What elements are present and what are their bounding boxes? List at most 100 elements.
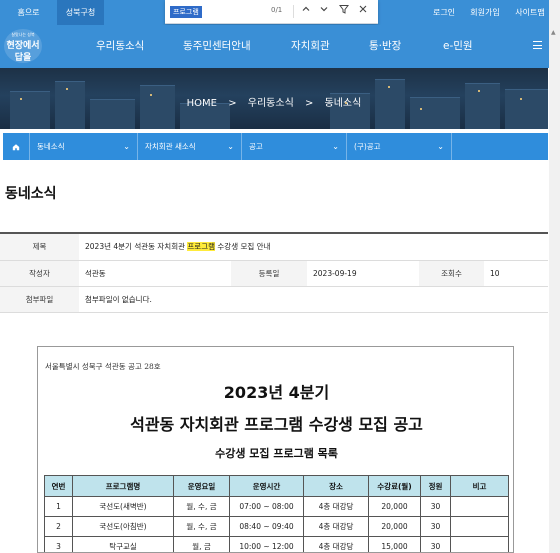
table-cell: 국선도(아침반) — [72, 516, 174, 537]
post-title: 2023년 4분기 석관동 자치회관 프로그램 수강생 모집 안내 — [79, 234, 548, 261]
subnav-item-old-notice[interactable]: (구)공고 ⌄ — [347, 133, 452, 160]
breadcrumb-home[interactable]: HOME — [187, 98, 217, 109]
title-label: 제목 — [0, 234, 79, 261]
subnav-item-news[interactable]: 동네소식 ⌄ — [30, 133, 138, 160]
post-title-text: 수강생 모집 안내 — [215, 242, 271, 252]
menu-icon[interactable] — [533, 41, 542, 49]
breadcrumb-separator: > — [304, 98, 314, 109]
login-link[interactable]: 로그인 — [424, 0, 464, 25]
date-label: 등록일 — [231, 260, 307, 287]
table-cell: 30 — [420, 496, 451, 517]
table-cell: 2 — [44, 516, 73, 537]
table-cell: 탁구교실 — [72, 536, 174, 552]
nav-item-eminwon[interactable]: e-민원 — [443, 38, 473, 53]
column-header: 수강료(월) — [368, 475, 421, 497]
table-cell: 20,000 — [368, 516, 421, 537]
join-link[interactable]: 회원가입 — [464, 0, 506, 25]
close-icon[interactable] — [356, 4, 370, 18]
hero-banner: HOME > 우리동소식 > 동네소식 — [0, 68, 548, 129]
doc-heading2: 석관동 자치회관 프로그램 수강생 모집 공고 — [130, 415, 423, 434]
table-header-row: 연번 프로그램명 운영요일 운영시간 장소 수강료(월) 정원 비고 — [44, 475, 509, 497]
doc-org: 서울특별시 성북구 석관동 공고 28호 — [45, 362, 161, 371]
subnav-item-notice[interactable]: 공고 ⌄ — [242, 133, 347, 160]
doc-heading3: 수강생 모집 프로그램 목록 — [215, 447, 338, 460]
scrollbar[interactable]: ▲ — [549, 0, 560, 553]
column-header: 운영시간 — [229, 475, 304, 497]
table-cell: 4층 대강당 — [303, 496, 369, 517]
search-highlight: 프로그램 — [187, 242, 216, 252]
find-bar: 프로그램 0/1 — [165, 0, 378, 24]
date-value: 2023-09-19 — [307, 260, 419, 287]
find-input[interactable]: 프로그램 — [170, 6, 202, 18]
attach-value: 첨부파일이 없습니다. — [79, 286, 548, 313]
subnav-home[interactable] — [3, 133, 30, 160]
main-nav: 우리동소식 동주민센터안내 자치회관 통·반장 e-민원 — [0, 25, 560, 68]
column-header: 프로그램명 — [72, 475, 174, 497]
table-cell: 10:00 ~ 12:00 — [229, 536, 304, 552]
table-cell — [450, 496, 509, 517]
table-cell: 15,000 — [368, 536, 421, 552]
column-header: 연번 — [44, 475, 73, 497]
doc-heading1: 2023년 4분기 — [223, 383, 330, 402]
nav-item-center[interactable]: 동주민센터안내 — [183, 38, 251, 53]
table-row: 1 국선도(새벽반) 월, 수, 금 07:00 ~ 08:00 4층 대강당 … — [44, 496, 509, 517]
table-cell: 20,000 — [368, 496, 421, 517]
chevron-down-icon: ⌄ — [437, 142, 444, 151]
chevron-up-icon[interactable] — [299, 4, 313, 18]
sub-nav: 동네소식 ⌄ 자치회관 새소식 ⌄ 공고 ⌄ (구)공고 ⌄ — [3, 133, 548, 160]
chevron-down-icon: ⌄ — [123, 142, 130, 151]
views-label: 조회수 — [419, 260, 484, 287]
home-link[interactable]: 홈으로 — [0, 0, 57, 25]
program-table: 연번 프로그램명 운영요일 운영시간 장소 수강료(월) 정원 비고 1 국선도… — [44, 475, 509, 552]
sitemap-link[interactable]: 사이트맵 — [506, 0, 554, 25]
table-row: 첨부파일 첨부파일이 없습니다. — [0, 286, 548, 313]
column-header: 운영요일 — [173, 475, 230, 497]
svg-text:살맛나는 성북: 살맛나는 성북 — [11, 31, 35, 37]
chevron-down-icon: ⌄ — [332, 142, 339, 151]
table-cell: 4층 대강당 — [303, 516, 369, 537]
site-logo[interactable]: 살맛나는 성북 현장에서 답을 — [3, 27, 43, 65]
nav-item-hall[interactable]: 자치회관 — [291, 38, 330, 53]
views-value: 10 — [484, 260, 548, 287]
subnav-label: 동네소식 — [37, 142, 65, 151]
svg-text:답을: 답을 — [15, 51, 32, 63]
svg-text:현장에서: 현장에서 — [6, 39, 39, 51]
column-header: 비고 — [450, 475, 509, 497]
table-cell: 30 — [420, 516, 451, 537]
scroll-up-icon[interactable]: ▲ — [551, 29, 556, 36]
breadcrumb-level2[interactable]: 동네소식 — [325, 98, 362, 109]
subnav-item-hall-news[interactable]: 자치회관 새소식 ⌄ — [138, 133, 242, 160]
notice-document: 서울특별시 성북구 석관동 공고 28호 2023년 4분기 석관동 자치회관 … — [37, 346, 514, 553]
chevron-down-icon[interactable] — [317, 4, 331, 18]
nav-item-news[interactable]: 우리동소식 — [96, 38, 144, 53]
table-cell: 월, 금 — [173, 536, 230, 552]
post-info-table: 제목 2023년 4분기 석관동 자치회관 프로그램 수강생 모집 안내 작성자… — [0, 234, 548, 313]
table-cell: 07:00 ~ 08:00 — [229, 496, 304, 517]
table-cell: 월, 수, 금 — [173, 516, 230, 537]
subnav-label: 공고 — [249, 142, 263, 151]
breadcrumb-level1[interactable]: 우리동소식 — [248, 98, 294, 109]
office-link[interactable]: 성북구청 — [57, 0, 104, 25]
table-row: 3 탁구교실 월, 금 10:00 ~ 12:00 4층 대강당 15,000 … — [44, 536, 509, 552]
post-title-text: 2023년 4분기 석관동 자치회관 — [85, 242, 188, 252]
subnav-label: 자치회관 새소식 — [145, 142, 196, 151]
chevron-down-icon: ⌄ — [227, 142, 234, 151]
table-cell: 4층 대강당 — [303, 536, 369, 552]
table-cell: 1 — [44, 496, 73, 517]
attach-label: 첨부파일 — [0, 286, 79, 313]
table-cell — [450, 536, 509, 552]
column-header: 장소 — [303, 475, 369, 497]
column-header: 정원 — [420, 475, 451, 497]
find-divider — [293, 5, 294, 18]
table-row: 제목 2023년 4분기 석관동 자치회관 프로그램 수강생 모집 안내 — [0, 234, 548, 261]
table-row: 작성자 석관동 등록일 2023-09-19 조회수 10 — [0, 260, 548, 287]
subnav-label: (구)공고 — [354, 142, 381, 151]
breadcrumb: HOME > 우리동소식 > 동네소식 — [0, 94, 548, 109]
table-cell: 30 — [420, 536, 451, 552]
filter-icon[interactable] — [337, 4, 351, 18]
find-count: 0/1 — [271, 6, 283, 14]
home-icon — [12, 142, 20, 151]
table-cell — [450, 516, 509, 537]
author-value: 석관동 — [79, 260, 231, 287]
nav-item-leaders[interactable]: 통·반장 — [369, 38, 401, 53]
